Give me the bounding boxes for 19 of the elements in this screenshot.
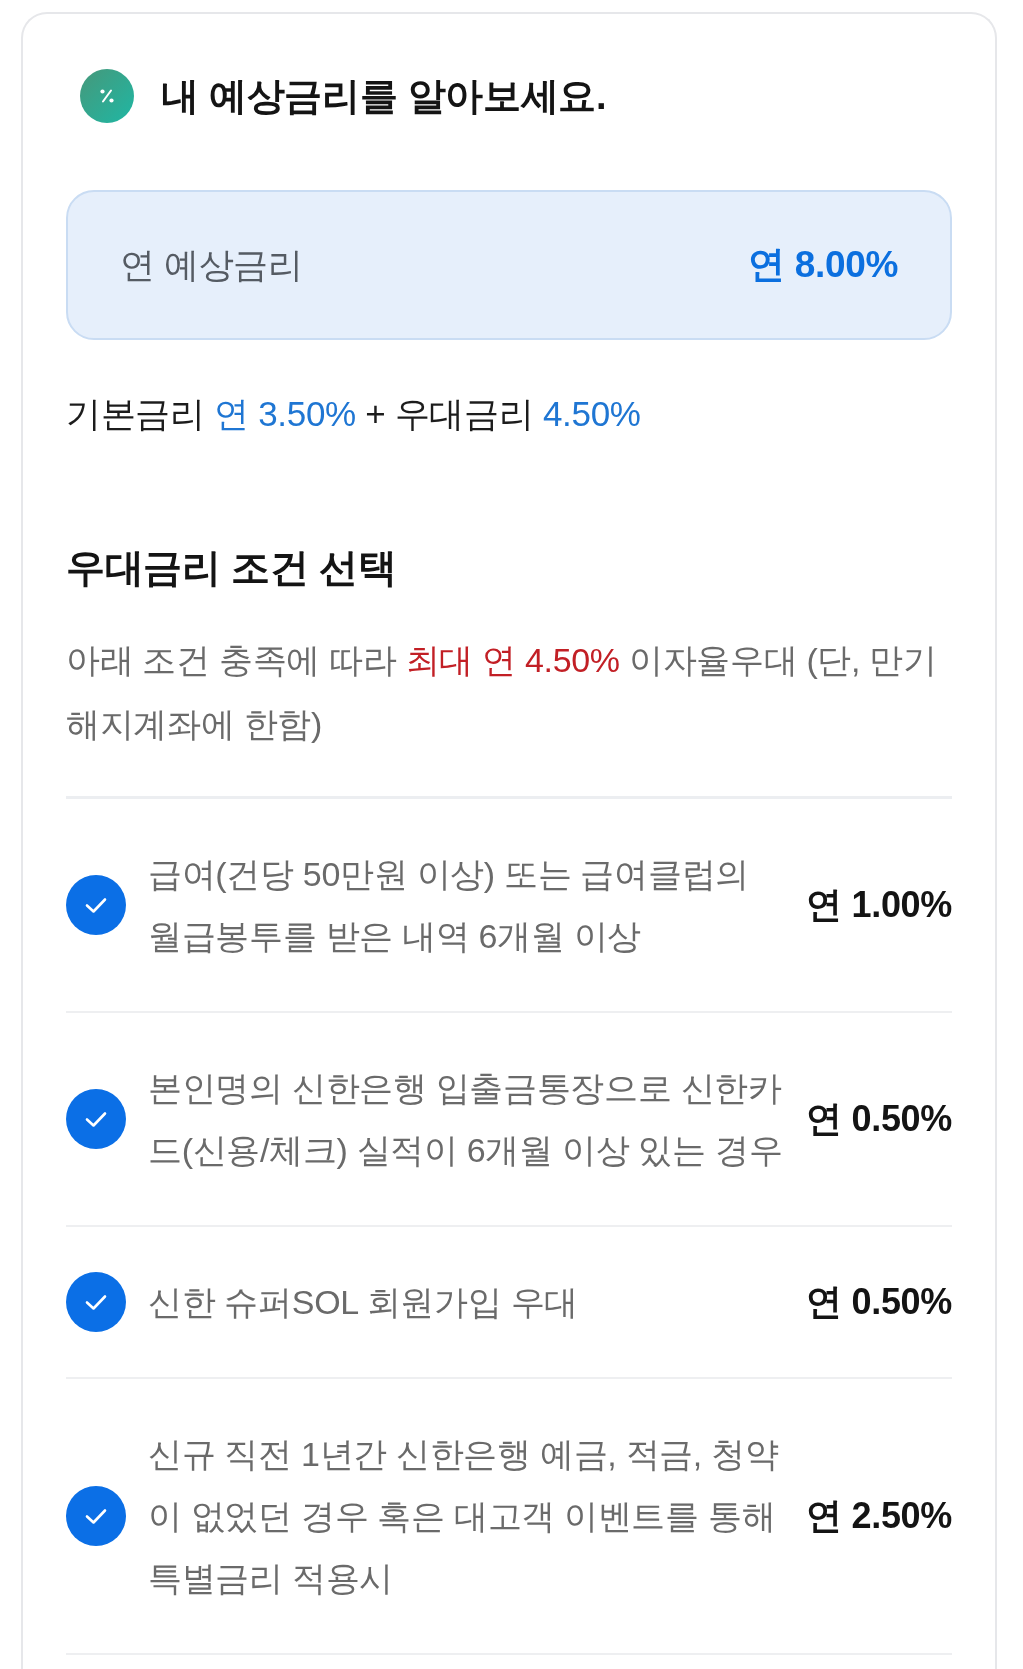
section-title: 내 예상금리를 알아보세요. xyxy=(161,74,607,119)
condition-text: 신한 슈퍼SOL 회원가입 우대 xyxy=(148,1282,579,1323)
condition-text: 신규 직전 1년간 신한은행 예금, 적금, 청약이 없었던 경우 혹은 대고객 이벤트를 통해 특별금리 적용시 xyxy=(148,1434,780,1599)
checkbox[interactable] xyxy=(66,875,126,935)
condition-rate: 연 1.00% xyxy=(806,882,952,927)
expected-rate-value: 연 8.00% xyxy=(748,243,898,287)
percent-icon xyxy=(80,69,134,123)
checkbox[interactable] xyxy=(66,1486,126,1546)
condition-text: 급여(건당 50만원 이상) 또는 급여클럽의 월급봉투를 받은 내역 6개월 이상 xyxy=(148,854,750,957)
checkbox[interactable] xyxy=(66,1089,126,1149)
condition-rate: 연 0.50% xyxy=(806,1096,952,1141)
preferential-description: 아래 조건 충족에 따라 최대 연 4.50% 이자율우대 (단, 만기해지계좌에 한함) xyxy=(66,640,938,745)
rate-breakdown-text: 기본금리 연 3.50% + 우대금리 4.50% xyxy=(66,393,642,435)
checkbox[interactable] xyxy=(66,1272,126,1332)
expected-rate-label: 연 예상금리 xyxy=(120,243,303,286)
preferential-conditions-heading: 우대금리 조건 선택 xyxy=(66,545,398,591)
condition-rate: 연 0.50% xyxy=(806,1279,952,1324)
condition-text: 본인명의 신한은행 입출금통장으로 신한카드(신용/체크) 실적이 6개월 이상 있는 경우 xyxy=(148,1068,784,1171)
condition-rate: 연 2.50% xyxy=(806,1493,952,1538)
